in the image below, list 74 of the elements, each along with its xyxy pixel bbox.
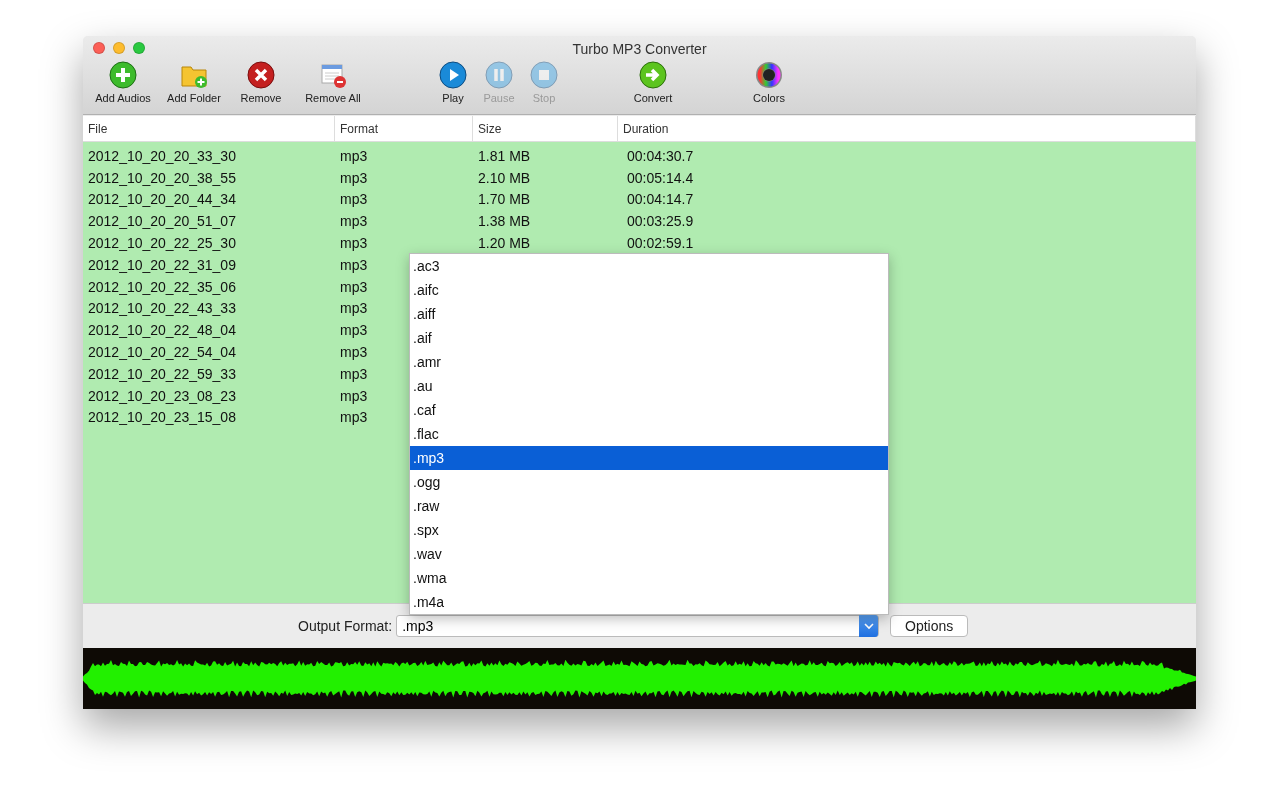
table-cell: 2012_10_20_22_35_06 [88, 278, 236, 295]
table-cell: 00:05:14.4 [627, 169, 694, 186]
table-cell: mp3 [340, 322, 368, 339]
list-remove-icon [319, 61, 347, 89]
menu-item[interactable]: .raw [410, 494, 888, 518]
table-cell: 2012_10_20_20_33_30 [88, 147, 236, 164]
menu-item[interactable]: .wav [410, 542, 888, 566]
toolbar-button[interactable]: Colors [741, 61, 797, 104]
menu-item[interactable]: .spx [410, 518, 888, 542]
menu-item[interactable]: .mp3 [410, 446, 888, 470]
toolbar-button[interactable]: Remove All [293, 61, 373, 104]
toolbar-button[interactable]: Add Folder [159, 61, 229, 104]
toolbar-button[interactable]: Play [431, 61, 475, 104]
table-cell: mp3 [340, 387, 368, 404]
options-button[interactable]: Options [890, 615, 969, 637]
table-cell: 1.81 MB [478, 147, 531, 164]
table-cell: mp3 [340, 169, 368, 186]
table-cell: 2012_10_20_23_08_23 [88, 387, 236, 404]
menu-item[interactable]: .wma [410, 566, 888, 590]
table-cell: 2012_10_20_20_51_07 [88, 213, 236, 230]
table-cell: 1.70 MB [478, 191, 531, 208]
remove-icon [247, 61, 275, 89]
table-cell: mp3 [340, 365, 368, 382]
menu-item[interactable]: .au [410, 374, 888, 398]
stop-icon [530, 61, 558, 89]
table-cell: mp3 [340, 191, 368, 208]
menu-item[interactable]: .flac [410, 422, 888, 446]
table-cell: 2012_10_20_22_43_33 [88, 300, 236, 317]
table-cell: 2012_10_20_22_25_30 [88, 235, 236, 252]
table-cell: 2012_10_20_23_15_08 [88, 409, 236, 426]
close-button[interactable] [93, 42, 105, 54]
plus-icon [109, 61, 137, 89]
menu-item[interactable]: .aifc [410, 278, 888, 302]
table-cell: mp3 [340, 409, 368, 426]
table-cell: mp3 [340, 300, 368, 317]
table-cell: mp3 [340, 235, 368, 252]
format-dropdown[interactable]: .mp3 [396, 615, 880, 637]
table-cell: mp3 [340, 278, 368, 295]
output-format-label: Output Format: [298, 618, 393, 634]
menu-item[interactable]: .aif [410, 326, 888, 350]
table-cell: 2012_10_20_20_44_34 [88, 191, 236, 208]
table-cell: mp3 [340, 344, 368, 361]
zoom-button[interactable] [133, 42, 145, 54]
table-cell: 00:03:25.9 [627, 213, 694, 230]
menu-item[interactable]: .m4a [410, 590, 888, 614]
toolbar-button[interactable]: Add Audios [87, 61, 159, 104]
table-cell: 2.10 MB [478, 169, 531, 186]
table-cell: mp3 [340, 256, 368, 273]
arrow-right-icon [639, 61, 667, 89]
toolbar-button[interactable]: Remove [229, 61, 293, 104]
table-cell: mp3 [340, 147, 368, 164]
color-wheel-icon [755, 61, 783, 89]
table-cell: 2012_10_20_22_54_04 [88, 344, 236, 361]
table-cell: 00:04:14.7 [627, 191, 694, 208]
minimize-button[interactable] [113, 42, 125, 54]
menu-item[interactable]: .amr [410, 350, 888, 374]
table-cell: 1.20 MB [478, 235, 531, 252]
menu-item[interactable]: .caf [410, 398, 888, 422]
table-cell: 00:02:59.1 [627, 235, 694, 252]
table-cell: 2012_10_20_22_59_33 [88, 365, 236, 382]
chevron-down-icon [863, 622, 874, 630]
play-icon [439, 61, 467, 89]
table-cell: mp3 [340, 213, 368, 230]
table-cell: 2012_10_20_22_48_04 [88, 322, 236, 339]
menu-item[interactable]: .aiff [410, 302, 888, 326]
table-cell: 2012_10_20_20_38_55 [88, 169, 236, 186]
pause-icon [485, 61, 513, 89]
table-cell: 1.38 MB [478, 213, 531, 230]
window-title: Turbo MP3 Converter [572, 41, 707, 57]
toolbar-button[interactable]: Convert [621, 61, 685, 104]
menu-item[interactable]: .ogg [410, 470, 888, 494]
table-cell: 00:04:30.7 [627, 147, 694, 164]
menu-item[interactable]: .ac3 [410, 254, 888, 278]
table-cell: 2012_10_20_22_31_09 [88, 256, 236, 273]
